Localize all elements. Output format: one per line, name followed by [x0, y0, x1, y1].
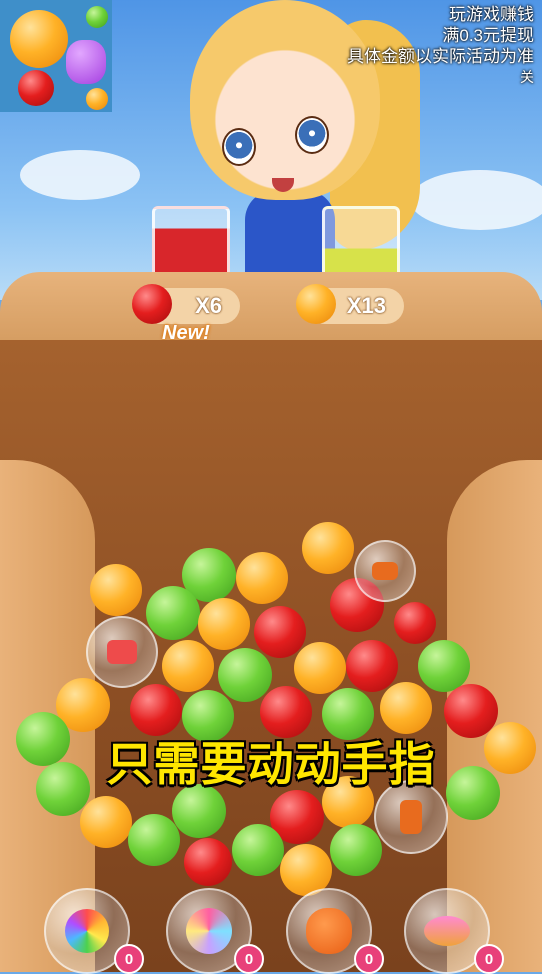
cloud: [410, 170, 542, 230]
orange-fruit[interactable]: [380, 682, 432, 734]
grape-icon: [66, 40, 106, 84]
orange-icon: [86, 88, 108, 110]
close-button[interactable]: 关: [347, 67, 534, 88]
orange-order-count: X13: [346, 293, 386, 318]
jar-icon: [306, 908, 352, 954]
orange-fruit[interactable]: [302, 522, 354, 574]
orange-fruit[interactable]: [294, 642, 346, 694]
cloud: [20, 150, 140, 200]
booster-count-badge: 0: [114, 944, 144, 974]
orange-fruit[interactable]: [90, 564, 142, 616]
orange-fruit[interactable]: [236, 552, 288, 604]
candy-bubble[interactable]: [86, 616, 158, 688]
character-eye: [295, 116, 329, 154]
orange-fruit[interactable]: [80, 796, 132, 848]
candy-icon: [372, 562, 398, 580]
booster-count-badge: 0: [474, 944, 504, 974]
green-apple-fruit[interactable]: [218, 648, 272, 702]
green-apple-fruit[interactable]: [330, 824, 382, 876]
booster-count-badge: 0: [354, 944, 384, 974]
promo-line-2: 满0.3元提现: [442, 26, 534, 45]
candy-icon: [400, 800, 422, 834]
game-thumbnail: [0, 0, 112, 112]
red-apple-fruit[interactable]: [394, 602, 436, 644]
green-apple-fruit[interactable]: [232, 824, 284, 876]
apple-order-count: X6: [195, 293, 222, 318]
apple-icon: [132, 284, 172, 324]
promo-line-1: 玩游戏赚钱: [449, 5, 534, 24]
character-eye: [222, 128, 256, 166]
promo-banner: 玩游戏赚钱 满0.3元提现 具体金额以实际活动为准 关: [347, 4, 534, 88]
orange-fruit[interactable]: [162, 640, 214, 692]
gift-icon: [107, 640, 137, 664]
caption-text: 只需要动动手指: [106, 738, 436, 790]
red-apple-fruit[interactable]: [184, 838, 232, 886]
red-apple-fruit[interactable]: [346, 640, 398, 692]
flower-icon: [65, 909, 109, 953]
melon-icon: [86, 6, 108, 28]
green-apple-fruit[interactable]: [128, 814, 180, 866]
orange-fruit[interactable]: [198, 598, 250, 650]
booster-count-badge: 0: [234, 944, 264, 974]
spinning-top-icon: [424, 916, 470, 946]
orange-icon: [296, 284, 336, 324]
green-apple-fruit[interactable]: [146, 586, 200, 640]
candy-bubble[interactable]: [354, 540, 416, 602]
promo-line-3: 具体金额以实际活动为准: [347, 47, 534, 66]
swirl-icon: [186, 908, 232, 954]
peach-icon: [10, 10, 68, 68]
apple-icon: [18, 70, 54, 106]
red-apple-fruit[interactable]: [254, 606, 306, 658]
